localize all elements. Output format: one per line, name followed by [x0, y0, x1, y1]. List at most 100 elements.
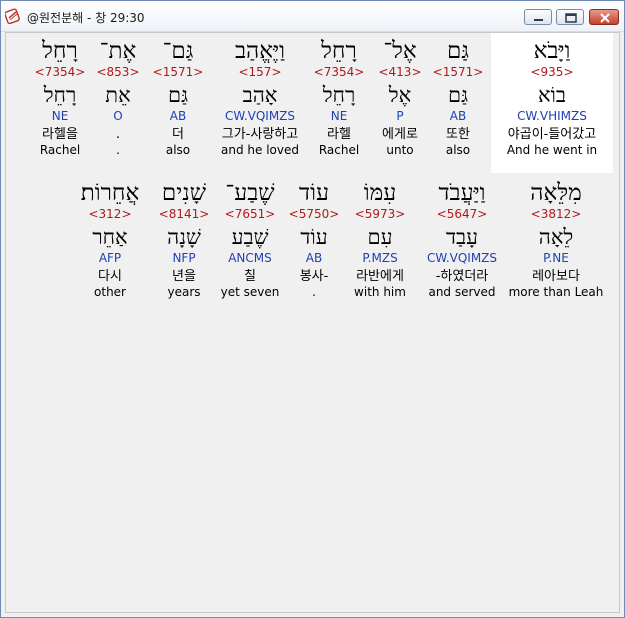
hebrew-word: וַיַּעֲבֹד [438, 180, 486, 206]
strong-number: <8141> [158, 207, 210, 221]
lemma-word: רָחֵל [322, 83, 356, 107]
hebrew-word: אֲחֵרוֹת׃ [80, 180, 140, 206]
korean-gloss: . [115, 127, 121, 142]
korean-gloss: 봉사- [299, 269, 329, 284]
strong-number: <3812> [530, 207, 582, 221]
hebrew-word: אֶל־ [383, 38, 417, 64]
maximize-button[interactable] [556, 9, 584, 25]
strong-number: <5750> [288, 207, 340, 221]
app-window: @원전분해 - 창 29:30 וַיָּבֹא <935> בוֹא CW.V… [0, 0, 625, 618]
lemma-word: אֶל [388, 83, 412, 107]
word-cell[interactable]: גַּם־ <1571> גַּם AB 더 also [148, 37, 208, 158]
korean-gloss: 년을 [172, 269, 196, 284]
lemma-word: עוֹד [300, 225, 328, 249]
korean-gloss: 라헬 [327, 127, 351, 142]
hebrew-word: רָחֵל [321, 38, 357, 64]
lemma-word: שֶׁבַע [231, 225, 269, 249]
close-button[interactable] [589, 9, 619, 25]
morphology-code: CW.VQIMZS [426, 251, 498, 265]
english-gloss: . [116, 143, 120, 157]
english-gloss: Rachel [39, 143, 81, 157]
lemma-word: עָבַד [445, 225, 479, 249]
english-gloss: and he loved [221, 143, 299, 157]
strong-number: <7354> [34, 65, 86, 79]
lemma-word: לֵאָה [538, 225, 574, 249]
hebrew-word: שֶׁבַע־ [225, 180, 275, 206]
strong-number: <157> [238, 65, 282, 79]
word-cell[interactable]: עִמּוֹ <5973> עִם P.MZS 라반에게 with him [346, 179, 414, 300]
word-cell[interactable]: שָׁנִים <8141> שָׁנָה NFP 년을 years [152, 179, 216, 300]
hebrew-word: וַיָּבֹא [533, 38, 571, 64]
title-bar[interactable]: @원전분해 - 창 29:30 [1, 1, 624, 32]
english-gloss: . [312, 285, 316, 299]
korean-gloss: 라반에게 [356, 269, 404, 284]
lemma-word: אַחֵר [92, 225, 128, 249]
english-gloss: also [445, 143, 471, 157]
hebrew-word: מִלֵּאָה [530, 180, 582, 206]
interlinear-panel: וַיָּבֹא <935> בוֹא CW.VHIMZS 야곱이-들어갔고 A… [5, 32, 620, 613]
hebrew-word: שָׁנִים [161, 180, 207, 206]
english-gloss: And he went in [506, 143, 598, 157]
strong-number: <935> [530, 65, 574, 79]
morphology-code: O [113, 109, 123, 123]
strong-number: <5647> [436, 207, 488, 221]
korean-gloss: 그가-사랑하고 [221, 127, 299, 142]
morphology-code: P.NE [543, 251, 569, 265]
hebrew-word: עוֹד [299, 180, 329, 206]
english-gloss: unto [386, 143, 414, 157]
morphology-code: AB [305, 251, 323, 265]
morphology-code: AFP [98, 251, 122, 265]
lemma-word: רָחֵל [43, 83, 77, 107]
word-cell[interactable]: וַיַּעֲבֹד <5647> עָבַד CW.VQIMZS -하였더라 … [418, 179, 506, 300]
english-gloss: more than Leah [508, 285, 604, 299]
lemma-word: אָהַב [242, 83, 278, 107]
strong-number: <7354> [313, 65, 365, 79]
strong-number: <5973> [354, 207, 406, 221]
word-cell[interactable]: עוֹד <5750> עוֹד AB 봉사- . [286, 179, 342, 300]
hebrew-word: אֶת־ [99, 38, 137, 64]
korean-gloss: 다시 [98, 269, 122, 284]
morphology-code: P.MZS [362, 251, 398, 265]
english-gloss: with him [354, 285, 406, 299]
morphology-code: CW.VHIMZS [517, 109, 587, 123]
strong-number: <1571> [432, 65, 484, 79]
strong-number: <853> [96, 65, 140, 79]
word-cell[interactable]: אֶל־ <413> אֶל P 에게로 unto [370, 37, 430, 158]
strong-number: <312> [88, 207, 132, 221]
strong-number: <7651> [224, 207, 276, 221]
lemma-word: גַּם [447, 83, 469, 107]
korean-gloss: 야곱이-들어갔고 [507, 127, 597, 142]
korean-gloss: 라헬을 [42, 127, 78, 142]
korean-gloss: -하였더라 [435, 269, 489, 284]
window-title: @원전분해 - 창 29:30 [27, 11, 145, 25]
hebrew-word: גַּם [447, 38, 469, 64]
word-cell[interactable]: מִלֵּאָה <3812> לֵאָה P.NE 레아보다 more tha… [506, 179, 606, 300]
word-cell[interactable]: רָחֵל <7354> רָחֵל NE 라헬 Rachel [308, 37, 370, 158]
minimize-button[interactable] [524, 9, 552, 25]
korean-gloss: 또한 [446, 127, 470, 142]
hebrew-word: גַּם־ [162, 38, 194, 64]
morphology-code: P [396, 109, 404, 123]
english-gloss: also [165, 143, 191, 157]
word-cell[interactable]: וַיֶּאֱהַב <157> אָהַב CW.VQIMZS 그가-사랑하고… [212, 37, 308, 158]
strong-number: <1571> [152, 65, 204, 79]
word-cell[interactable]: שֶׁבַע־ <7651> שֶׁבַע ANCMS 칠 yet seven [216, 179, 284, 300]
korean-gloss: 레아보다 [532, 269, 580, 284]
word-cell[interactable]: אֲחֵרוֹת׃ <312> אַחֵר AFP 다시 other [68, 179, 152, 300]
word-cell[interactable]: אֶת־ <853> אֵת O . . [94, 37, 142, 158]
korean-gloss: 칠 [244, 269, 256, 284]
morphology-code: ANCMS [228, 251, 272, 265]
strong-number: <413> [378, 65, 422, 79]
morphology-code: CW.VQIMZS [224, 109, 296, 123]
lemma-word: שָׁנָה [167, 225, 201, 249]
app-logo-icon [5, 8, 20, 24]
hebrew-word: וַיֶּאֱהַב [234, 38, 286, 64]
morphology-code: NE [330, 109, 348, 123]
hebrew-word: עִמּוֹ [363, 180, 397, 206]
lemma-word: עִם [367, 225, 393, 249]
close-icon [600, 13, 610, 23]
word-cell[interactable]: וַיָּבֹא <935> בוֹא CW.VHIMZS 야곱이-들어갔고 A… [491, 37, 613, 158]
word-cell[interactable]: גַּם <1571> גַּם AB 또한 also [430, 37, 486, 158]
word-cell[interactable]: רָחֵל <7354> רָחֵל NE 라헬을 Rachel [30, 37, 90, 158]
english-gloss: and served [428, 285, 496, 299]
